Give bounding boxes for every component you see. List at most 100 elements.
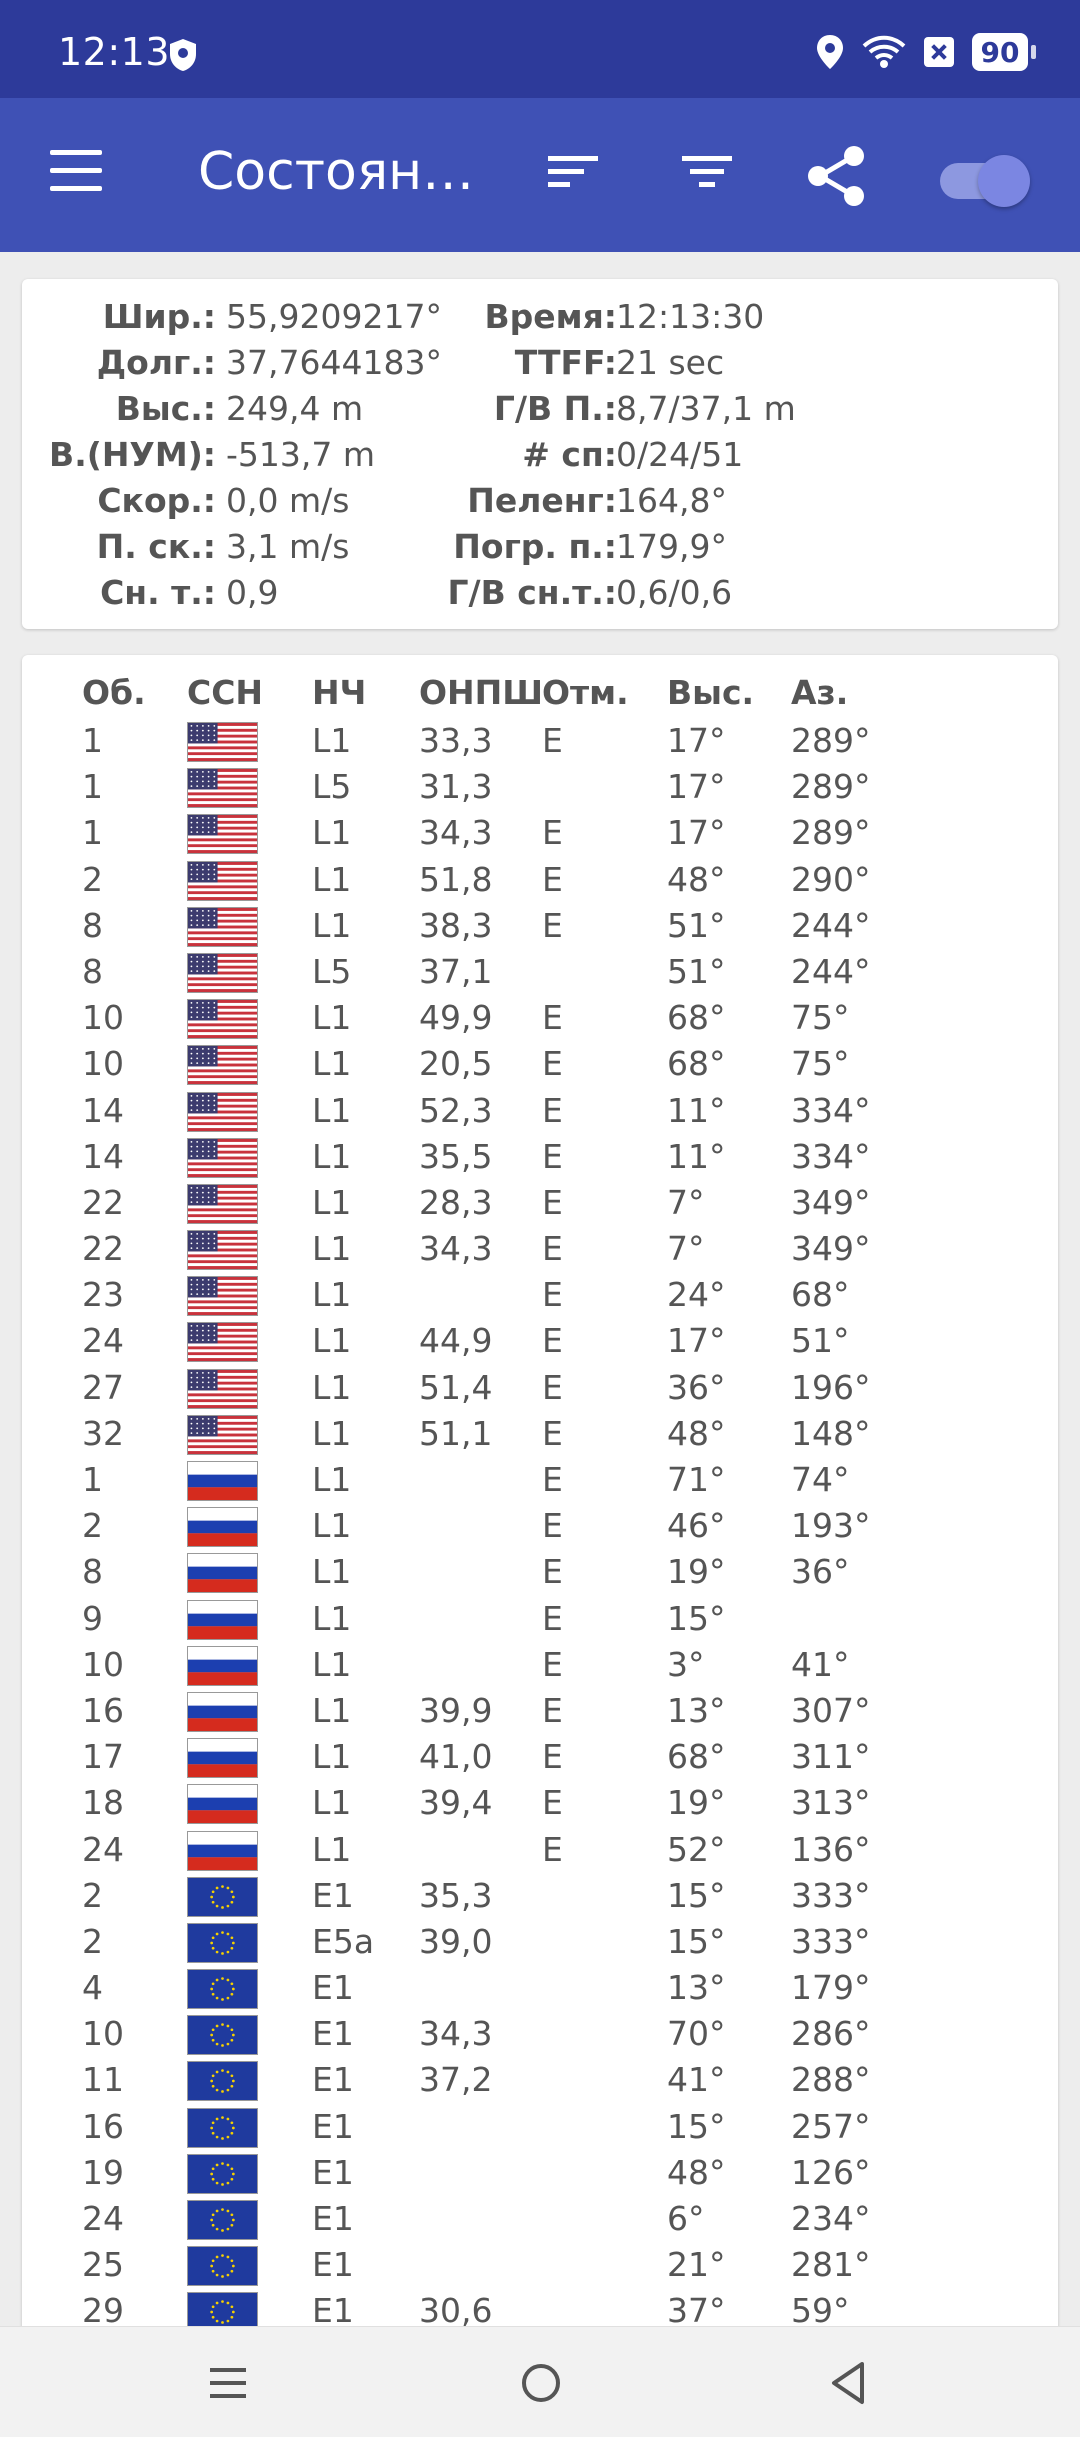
sat-flags: E [542,1136,563,1176]
table-row[interactable]: 10 L1 20,5 E 68° 75° [22,1042,1058,1088]
table-row[interactable]: 10 E1 34,3 70° 286° [22,2012,1058,2058]
location-info-card: Шир.: 55,9209217° Время: 12:13:30 Долг.: 37,7… [22,279,1058,629]
info-label: Пеленг: [467,481,617,520]
recent-apps-icon[interactable] [208,2363,248,2403]
table-row[interactable]: 1 L5 31,3 17° 289° [22,765,1058,811]
table-row[interactable]: 16 L1 39,9 E 13° 307° [22,1689,1058,1735]
table-row[interactable]: 1 L1 34,3 E 17° 289° [22,811,1058,857]
sat-flags: E [542,1321,563,1361]
flag-russia-icon [187,1645,258,1686]
home-icon[interactable] [519,2361,563,2405]
sat-flags: E [542,1275,563,1315]
sat-flags: E [542,1229,563,1269]
sat-azimuth: 196° [791,1367,871,1407]
table-row[interactable]: 18 L1 39,4 E 19° 313° [22,1781,1058,1827]
table-row[interactable]: 14 L1 35,5 E 11° 334° [22,1135,1058,1181]
table-row[interactable]: 8 L1 E 19° 36° [22,1550,1058,1596]
table-row[interactable]: 25 E1 21° 281° [22,2243,1058,2289]
table-row[interactable]: 9 L1 E 15° [22,1597,1058,1643]
sat-azimuth: 179° [791,1968,871,2008]
table-row[interactable]: 16 E1 15° 257° [22,2105,1058,2151]
sat-flags: E [542,905,563,945]
page-title: Состоян… [198,142,475,202]
table-row[interactable]: 14 L1 52,3 E 11° 334° [22,1089,1058,1135]
table-row[interactable]: 11 E1 37,2 41° 288° [22,2058,1058,2104]
sat-azimuth: 313° [791,1783,871,1823]
sort-icon[interactable] [546,148,602,196]
table-row[interactable]: 17 L1 41,0 E 68° 311° [22,1735,1058,1781]
sat-elevation: 37° [667,2291,726,2331]
flag-usa-icon [187,1183,258,1224]
info-label: В.(НУМ): [49,435,216,474]
table-row[interactable]: 8 L5 37,1 51° 244° [22,950,1058,996]
table-row[interactable]: 24 E1 6° 234° [22,2197,1058,2243]
table-row[interactable]: 22 L1 34,3 E 7° 349° [22,1227,1058,1273]
table-row[interactable]: 24 L1 E 52° 136° [22,1828,1058,1874]
sat-frequency: L1 [312,1044,352,1084]
table-header: Об. ССН НЧ ОНПШ Отм. Выс. Аз. [22,673,1058,719]
header-constellation[interactable]: ССН [187,673,263,712]
sat-azimuth: 290° [791,859,871,899]
sat-flags: E [542,1044,563,1084]
table-row[interactable]: 4 E1 13° 179° [22,1966,1058,2012]
flag-usa-icon [187,999,258,1040]
sat-elevation: 36° [667,1367,726,1407]
sat-svid: 8 [82,1552,103,1592]
sat-elevation: 48° [667,2152,726,2192]
table-row[interactable]: 32 L1 51,1 E 48° 148° [22,1412,1058,1458]
header-flags[interactable]: Отм. [542,673,629,712]
table-row[interactable]: 22 L1 28,3 E 7° 349° [22,1181,1058,1227]
status-time: 12:13 [58,30,171,74]
sat-elevation: 6° [667,2199,705,2238]
sat-svid: 10 [82,2014,124,2054]
flag-russia-icon [187,1830,258,1871]
table-row[interactable]: 2 E5a 39,0 15° 333° [22,1920,1058,1966]
flag-usa-icon [187,814,258,855]
header-elevation[interactable]: Выс. [667,673,754,712]
table-row[interactable]: 2 L1 E 46° 193° [22,1504,1058,1550]
table-row[interactable]: 1 L1 33,3 E 17° 289° [22,719,1058,765]
sat-elevation: 19° [667,1783,726,1823]
table-row[interactable]: 27 L1 51,4 E 36° 196° [22,1366,1058,1412]
sat-cn0: 34,3 [419,2014,493,2054]
sat-svid: 24 [82,1829,124,1869]
sat-azimuth: 334° [791,1136,871,1176]
header-azimuth[interactable]: Аз. [791,673,848,712]
menu-icon[interactable] [50,150,104,192]
table-row[interactable]: 23 L1 E 24° 68° [22,1273,1058,1319]
header-frequency[interactable]: НЧ [312,673,366,712]
sat-cn0: 37,1 [419,951,493,991]
sat-svid: 8 [82,951,103,991]
sat-elevation: 7° [667,1229,705,1269]
flag-russia-icon [187,1691,258,1732]
header-cn0[interactable]: ОНПШ [419,673,543,712]
info-label: Г/В П.: [493,389,617,428]
table-row[interactable]: 2 E1 35,3 15° 333° [22,1874,1058,1920]
back-icon[interactable] [828,2360,868,2406]
table-row[interactable]: 10 L1 49,9 E 68° 75° [22,996,1058,1042]
table-row[interactable]: 10 L1 E 3° 41° [22,1643,1058,1689]
table-row[interactable]: 19 E1 48° 126° [22,2151,1058,2197]
filter-icon[interactable] [680,148,736,196]
flag-russia-icon [187,1599,258,1640]
sat-svid: 9 [82,1598,103,1638]
sat-frequency: L1 [312,1413,352,1453]
table-row[interactable]: 2 L1 51,8 E 48° 290° [22,858,1058,904]
sat-frequency: E1 [312,2152,354,2192]
info-row: Выс.: 249,4 m Г/В П.: 8,7/37,1 m [22,389,1058,435]
table-row[interactable]: 8 L1 38,3 E 51° 244° [22,904,1058,950]
header-svid[interactable]: Об. [82,673,146,712]
share-icon[interactable] [804,144,870,208]
sat-cn0: 51,8 [419,859,493,899]
sat-azimuth: 289° [791,813,871,853]
toggle-thumb[interactable] [978,155,1030,207]
flag-eu-icon [187,2107,258,2148]
shield-icon [170,39,196,71]
sat-cn0: 34,3 [419,1229,493,1269]
sat-azimuth: 244° [791,951,871,991]
table-row[interactable]: 24 L1 44,9 E 17° 51° [22,1319,1058,1365]
info-value: 21 sec [616,343,725,382]
table-row[interactable]: 1 L1 E 71° 74° [22,1458,1058,1504]
info-value: 3,1 m/s [226,527,350,566]
info-row: Сн. т.: 0,9 Г/В сн.т.: 0,6/0,6 [22,573,1058,619]
